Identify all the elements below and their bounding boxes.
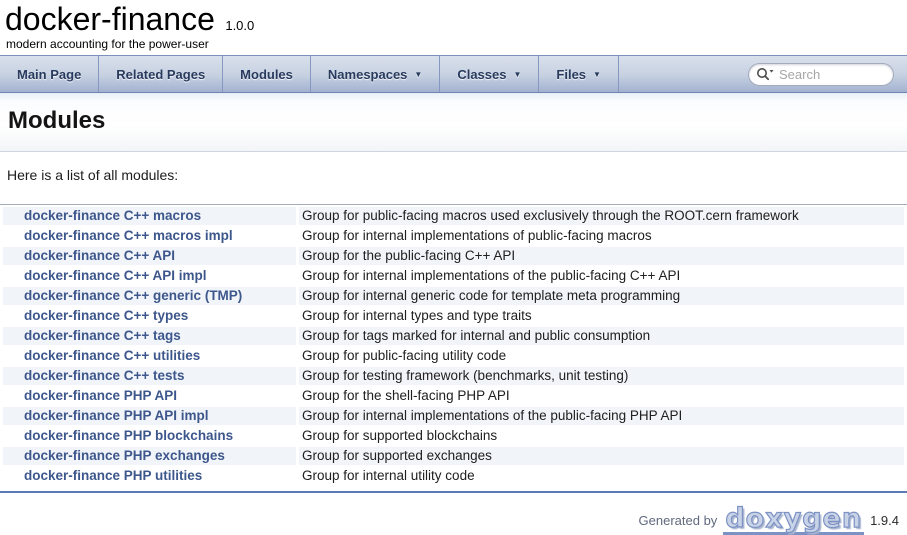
module-description: Group for tags marked for internal and p… xyxy=(299,327,904,345)
module-link[interactable]: docker-finance C++ tests xyxy=(24,368,185,383)
tab-label: Main Page xyxy=(17,67,81,82)
module-description: Group for internal implementations of th… xyxy=(299,407,904,425)
module-description: Group for internal utility code xyxy=(299,467,904,485)
module-description: Group for internal implementations of pu… xyxy=(299,227,904,245)
tab-label: Files xyxy=(556,67,586,82)
module-row: docker-finance C++ generic (TMP) Group fo… xyxy=(3,287,904,305)
modules-directory: docker-finance C++ macros Group for publi… xyxy=(0,204,907,489)
chevron-down-icon xyxy=(770,70,774,73)
module-link[interactable]: docker-finance C++ types xyxy=(24,308,188,323)
module-link[interactable]: docker-finance C++ API impl xyxy=(24,268,207,283)
module-description: Group for internal generic code for temp… xyxy=(299,287,904,305)
module-description: Group for the shell-facing PHP API xyxy=(299,387,904,405)
module-row: docker-finance C++ types Group for intern… xyxy=(3,307,904,325)
tab-namespaces[interactable]: Namespaces ▼ xyxy=(311,56,440,92)
page-header: Modules xyxy=(0,93,907,152)
module-row: docker-finance C++ macros impl Group for … xyxy=(3,227,904,245)
module-link[interactable]: docker-finance C++ API xyxy=(24,248,175,263)
chevron-down-icon: ▼ xyxy=(414,70,422,79)
module-row: docker-finance C++ tags Group for tags ma… xyxy=(3,327,904,345)
project-name: docker-finance xyxy=(5,1,215,37)
module-row: docker-finance PHP exchanges Group for su… xyxy=(3,447,904,465)
module-link[interactable]: docker-finance C++ utilities xyxy=(24,348,200,363)
module-link[interactable]: docker-finance PHP utilities xyxy=(24,468,202,483)
module-description: Group for internal types and type traits xyxy=(299,307,904,325)
title-area: docker-finance 1.0.0 modern accounting f… xyxy=(0,0,907,55)
module-description: Group for public-facing macros used excl… xyxy=(299,207,904,225)
doxygen-version: 1.9.4 xyxy=(870,513,899,528)
chevron-down-icon: ▼ xyxy=(513,70,521,79)
search-icon[interactable] xyxy=(755,66,775,82)
module-row: docker-finance C++ tests Group for testin… xyxy=(3,367,904,385)
tab-label: Namespaces xyxy=(328,67,408,82)
module-link[interactable]: docker-finance C++ macros xyxy=(24,208,201,223)
module-description: Group for public-facing utility code xyxy=(299,347,904,365)
module-link[interactable]: docker-finance PHP API impl xyxy=(24,408,209,423)
tab-classes[interactable]: Classes ▼ xyxy=(440,56,539,92)
module-link[interactable]: docker-finance C++ generic (TMP) xyxy=(24,288,242,303)
module-row: docker-finance C++ utilities Group for pu… xyxy=(3,347,904,365)
module-row: docker-finance C++ API impl Group for int… xyxy=(3,267,904,285)
tab-related-pages[interactable]: Related Pages xyxy=(99,56,223,92)
tab-main-page[interactable]: Main Page xyxy=(0,56,99,92)
chevron-down-icon: ▼ xyxy=(593,70,601,79)
module-row: docker-finance PHP API impl Group for int… xyxy=(3,407,904,425)
search-input[interactable] xyxy=(775,67,885,82)
contents: Here is a list of all modules: docker-fi… xyxy=(0,167,907,535)
modules-table: docker-finance C++ macros Group for publi… xyxy=(0,205,907,487)
module-row: docker-finance C++ API Group for the publ… xyxy=(3,247,904,265)
module-link[interactable]: docker-finance PHP API xyxy=(24,388,177,403)
tab-modules[interactable]: Modules xyxy=(223,56,311,92)
project-version: 1.0.0 xyxy=(225,18,254,33)
page-title: Modules xyxy=(8,107,899,135)
intro-text: Here is a list of all modules: xyxy=(7,167,900,183)
footer: Generated by doxygen 1.9.4 xyxy=(0,493,907,535)
project-brief: modern accounting for the power-user xyxy=(5,37,907,51)
generated-by-label: Generated by xyxy=(639,513,718,528)
module-link[interactable]: docker-finance C++ macros impl xyxy=(24,228,233,243)
module-description: Group for supported exchanges xyxy=(299,447,904,465)
search-box[interactable] xyxy=(748,63,894,86)
module-description: Group for internal implementations of th… xyxy=(299,267,904,285)
nav-tabs: Main Page Related Pages Modules Namespaces ▼… xyxy=(0,55,907,93)
doxygen-logo[interactable]: doxygen xyxy=(723,505,864,535)
module-link[interactable]: docker-finance PHP blockchains xyxy=(24,428,233,443)
module-row: docker-finance PHP utilities Group for in… xyxy=(3,467,904,485)
module-link[interactable]: docker-finance PHP exchanges xyxy=(24,448,225,463)
tab-label: Classes xyxy=(457,67,506,82)
module-link[interactable]: docker-finance C++ tags xyxy=(24,328,181,343)
module-row: docker-finance PHP blockchains Group for … xyxy=(3,427,904,445)
module-row: docker-finance PHP API Group for the shel… xyxy=(3,387,904,405)
modules-table-body: docker-finance C++ macros Group for publi… xyxy=(3,207,904,485)
module-description: Group for testing framework (benchmarks,… xyxy=(299,367,904,385)
module-row: docker-finance C++ macros Group for publi… xyxy=(3,207,904,225)
module-description: Group for supported blockchains xyxy=(299,427,904,445)
tab-files[interactable]: Files ▼ xyxy=(539,56,619,92)
module-description: Group for the public-facing C++ API xyxy=(299,247,904,265)
tab-label: Modules xyxy=(240,67,293,82)
tab-label: Related Pages xyxy=(116,67,205,82)
